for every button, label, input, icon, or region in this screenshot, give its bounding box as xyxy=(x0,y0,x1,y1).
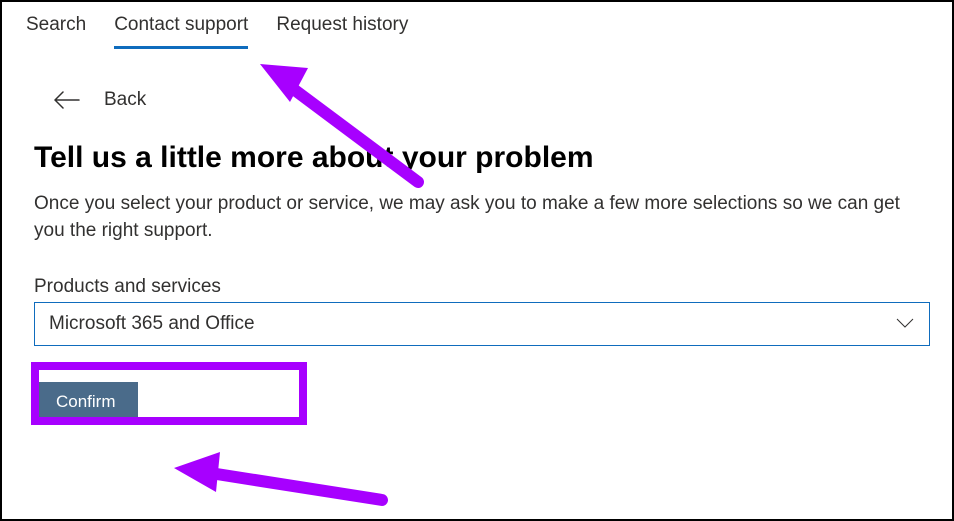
products-select[interactable]: Microsoft 365 and Office xyxy=(34,302,930,346)
back-arrow-icon[interactable] xyxy=(54,91,80,109)
products-field-label: Products and services xyxy=(34,276,920,298)
confirm-button[interactable]: Confirm xyxy=(34,382,138,422)
page-description: Once you select your product or service,… xyxy=(34,191,920,244)
back-label[interactable]: Back xyxy=(104,89,146,111)
tab-request-history[interactable]: Request history xyxy=(276,14,408,49)
annotation-arrow-confirm xyxy=(164,442,394,514)
tab-contact-support[interactable]: Contact support xyxy=(114,14,248,49)
page-heading: Tell us a little more about your problem xyxy=(34,141,920,175)
main-content: Tell us a little more about your problem… xyxy=(2,111,952,422)
tab-search[interactable]: Search xyxy=(26,14,86,49)
products-select-value: Microsoft 365 and Office xyxy=(49,313,255,335)
back-navigation: Back xyxy=(2,49,952,111)
tab-bar: Search Contact support Request history xyxy=(2,2,952,49)
